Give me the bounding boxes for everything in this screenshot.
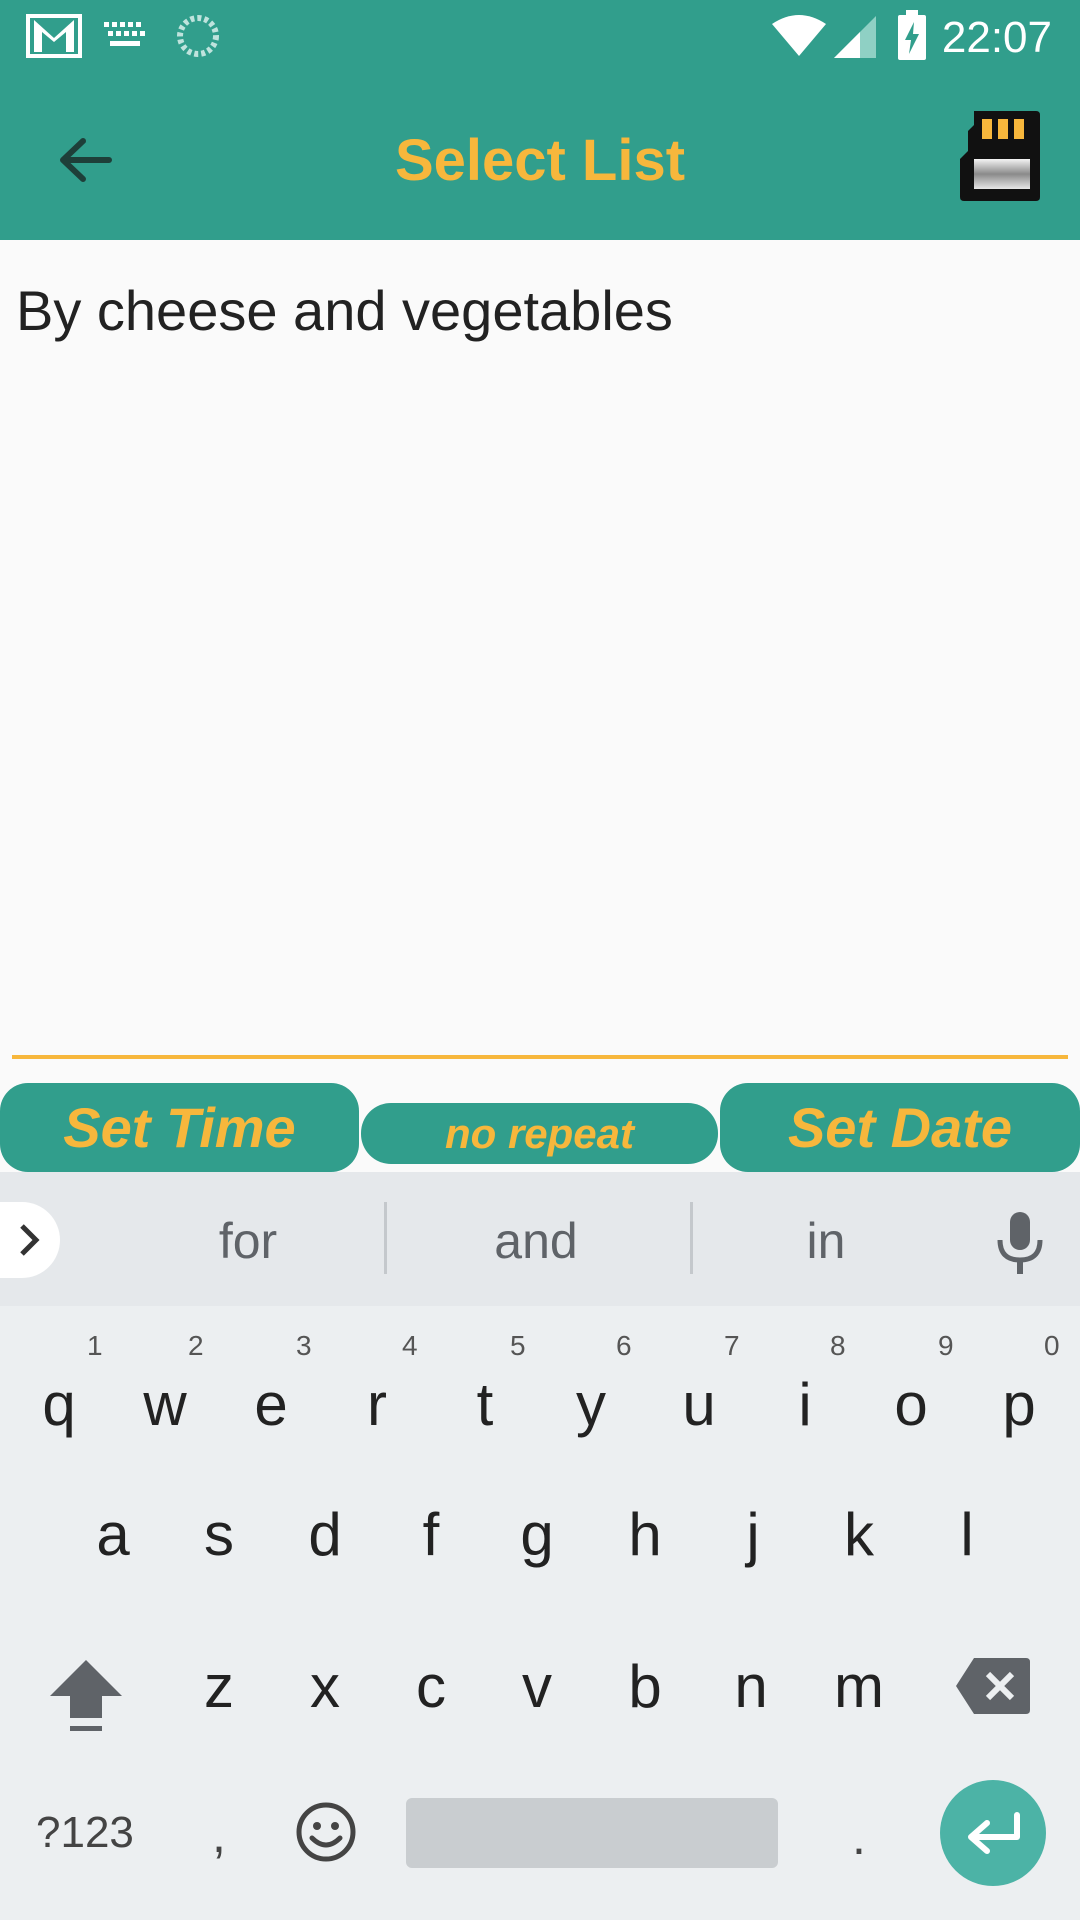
key-hint: 8 [830, 1330, 846, 1361]
enter-key[interactable] [940, 1780, 1046, 1886]
key-hint: 0 [1044, 1330, 1060, 1361]
shift-key[interactable] [44, 1656, 128, 1736]
page-title: Select List [394, 128, 686, 193]
emoji-key[interactable] [294, 1800, 358, 1864]
set-time-button[interactable]: Set Time [0, 1083, 359, 1172]
key-d[interactable]: d [272, 1500, 378, 1569]
period-key[interactable]: . [806, 1808, 912, 1866]
suggestion-strip: for and in [0, 1172, 1080, 1306]
note-text-field[interactable]: By cheese and vegetables [16, 278, 673, 343]
emoji-icon [296, 1802, 356, 1862]
key-v[interactable]: v [484, 1652, 590, 1721]
key-y[interactable]: y [538, 1370, 644, 1439]
key-hint: 9 [938, 1330, 954, 1361]
status-bar: 22:07 [0, 0, 1080, 75]
suggestion-divider [384, 1202, 387, 1274]
signal-icon [834, 16, 876, 58]
key-e[interactable]: e [218, 1370, 324, 1439]
suggestion-item[interactable]: for [148, 1212, 348, 1270]
set-date-button[interactable]: Set Date [720, 1083, 1080, 1172]
battery-charging-icon [898, 10, 926, 60]
key-k[interactable]: k [806, 1500, 912, 1569]
enter-icon [968, 1812, 1020, 1854]
key-hint: 3 [296, 1330, 312, 1361]
key-f[interactable]: f [378, 1500, 484, 1569]
key-w[interactable]: w [112, 1370, 218, 1439]
key-r[interactable]: r [324, 1370, 430, 1439]
key-j[interactable]: j [700, 1500, 806, 1569]
key-hint: 5 [510, 1330, 526, 1361]
key-hint: 2 [188, 1330, 204, 1361]
backspace-key[interactable] [956, 1658, 1030, 1714]
key-x[interactable]: x [272, 1652, 378, 1721]
key-hint: 4 [402, 1330, 418, 1361]
expand-suggestions-button[interactable] [0, 1202, 60, 1278]
wifi-icon [772, 15, 826, 56]
sync-icon [177, 15, 219, 57]
key-hint: 6 [616, 1330, 632, 1361]
key-q[interactable]: q [6, 1370, 112, 1439]
symbols-key[interactable]: ?123 [36, 1808, 134, 1858]
app-bar: Select List [0, 75, 1080, 240]
suggestion-divider [690, 1202, 693, 1274]
key-hint: 7 [724, 1330, 740, 1361]
key-c[interactable]: c [378, 1652, 484, 1721]
chevron-right-icon [20, 1224, 40, 1256]
suggestion-item[interactable]: and [436, 1212, 636, 1270]
backspace-icon [956, 1658, 1030, 1714]
gmail-icon [26, 14, 82, 58]
key-m[interactable]: m [806, 1652, 912, 1721]
key-h[interactable]: h [592, 1500, 698, 1569]
sd-card-button[interactable] [960, 111, 1040, 201]
repeat-button[interactable]: no repeat [361, 1103, 718, 1164]
key-n[interactable]: n [698, 1652, 804, 1721]
suggestion-item[interactable]: in [726, 1212, 926, 1270]
key-p[interactable]: p [966, 1370, 1072, 1439]
status-time: 22:07 [941, 13, 1052, 62]
microphone-icon[interactable] [990, 1208, 1050, 1278]
key-u[interactable]: u [646, 1370, 752, 1439]
key-b[interactable]: b [592, 1652, 698, 1721]
key-g[interactable]: g [484, 1500, 590, 1569]
key-hint: 1 [87, 1330, 103, 1361]
key-s[interactable]: s [166, 1500, 272, 1569]
shift-icon [50, 1660, 122, 1731]
space-key[interactable] [406, 1798, 778, 1868]
key-t[interactable]: t [432, 1370, 538, 1439]
comma-key[interactable]: , [166, 1806, 272, 1864]
key-z[interactable]: z [166, 1652, 272, 1721]
sd-card-icon [960, 111, 1040, 201]
key-a[interactable]: a [60, 1500, 166, 1569]
text-field-underline [12, 1055, 1068, 1059]
key-i[interactable]: i [752, 1370, 858, 1439]
key-l[interactable]: l [914, 1500, 1020, 1569]
keyboard-icon [104, 22, 145, 46]
key-o[interactable]: o [858, 1370, 964, 1439]
